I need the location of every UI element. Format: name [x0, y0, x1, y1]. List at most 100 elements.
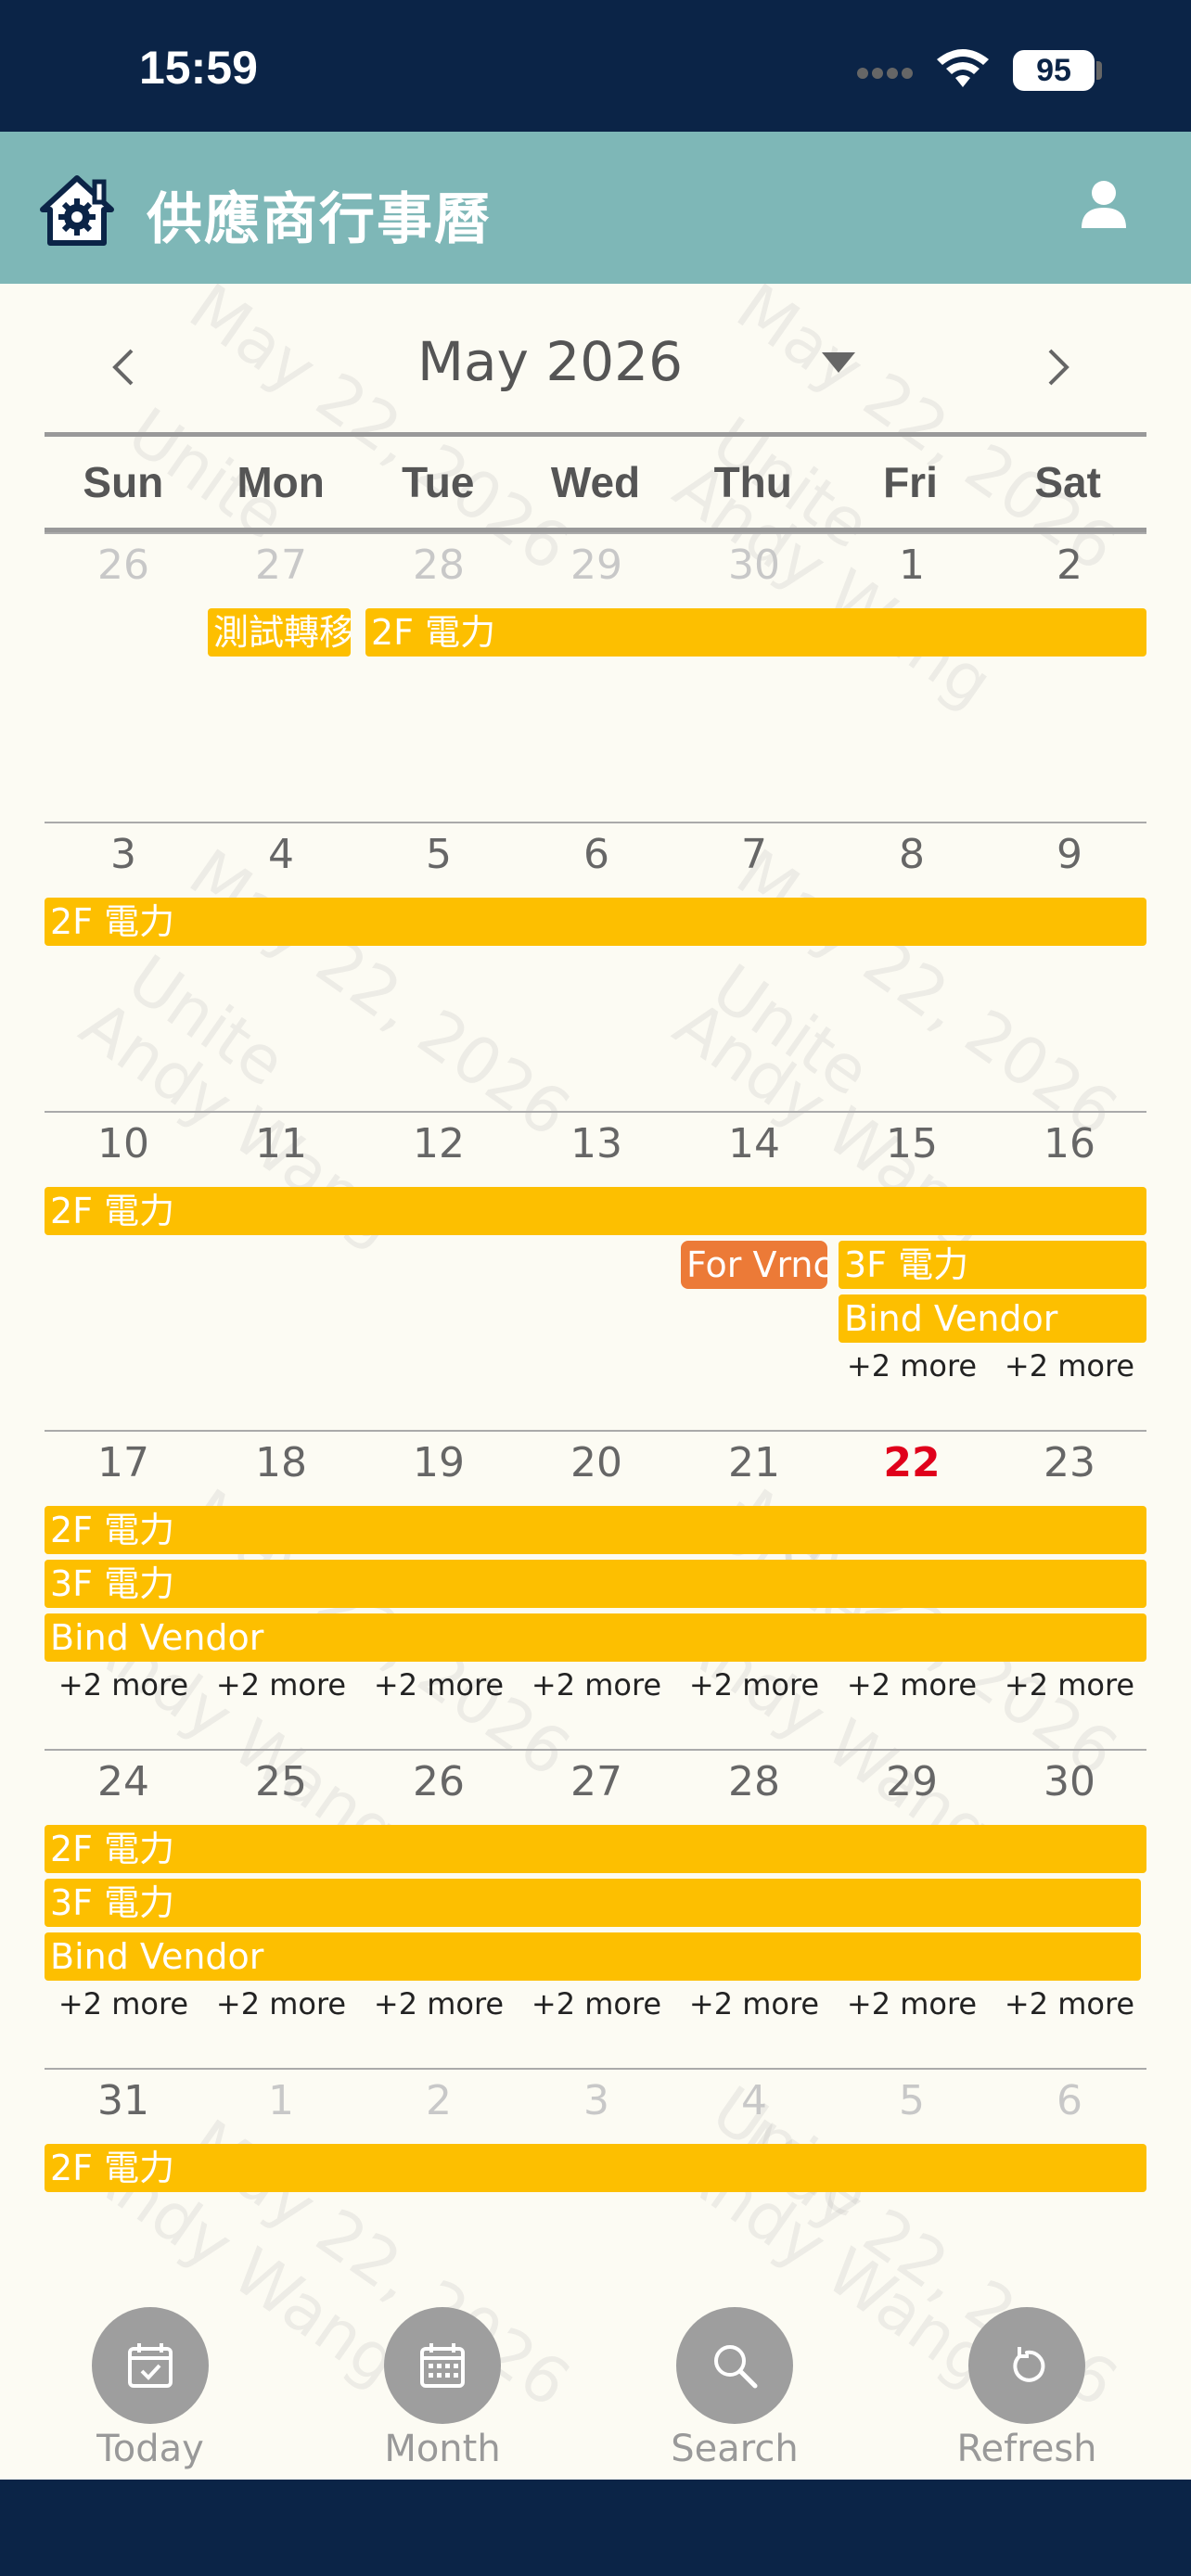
more-events-link[interactable]: +2 more	[202, 1986, 360, 2021]
event-bar[interactable]: Bind Vendor	[45, 1932, 1141, 1981]
day-cell[interactable]: 1	[833, 542, 991, 589]
day-cell[interactable]: 9	[991, 831, 1148, 878]
user-profile-icon[interactable]	[1076, 176, 1132, 232]
event-bar[interactable]: 2F 電力	[365, 608, 1146, 657]
more-events-link[interactable]: +2 more	[45, 1986, 202, 2021]
event-bar[interactable]: 3F 電力	[839, 1241, 1146, 1289]
refresh-button[interactable]	[968, 2307, 1085, 2424]
calendar-week: 10 11 12 13 14 15 16 2F 電力 For Vrnc 3F 電…	[45, 1111, 1146, 1430]
event-bar[interactable]: 測試轉移	[208, 608, 351, 657]
caret-down-icon[interactable]	[820, 349, 857, 376]
day-cell[interactable]: 29	[833, 1758, 991, 1805]
day-cell[interactable]: 14	[675, 1120, 833, 1167]
tab-label: Today	[96, 2428, 204, 2470]
day-cell[interactable]: 3	[45, 831, 202, 878]
chevron-left-icon[interactable]	[100, 334, 147, 399]
month-title[interactable]: May 2026	[276, 330, 824, 393]
home-indicator-bar	[0, 2480, 1191, 2576]
cellular-signal-icon	[857, 65, 922, 83]
tab-refresh[interactable]: Refresh	[934, 2307, 1120, 2470]
day-cell[interactable]: 20	[518, 1439, 675, 1486]
more-events-link[interactable]: +2 more	[833, 1348, 991, 1384]
tab-today[interactable]: Today	[58, 2307, 243, 2470]
tab-month[interactable]: Month	[350, 2307, 535, 2470]
day-cell[interactable]: 18	[202, 1439, 360, 1486]
day-cell[interactable]: 5	[360, 831, 518, 878]
day-cell[interactable]: 21	[675, 1439, 833, 1486]
day-cell[interactable]: 6	[991, 2077, 1148, 2124]
month-button[interactable]	[384, 2307, 501, 2424]
more-events-link[interactable]: +2 more	[991, 1348, 1148, 1384]
today-button[interactable]	[92, 2307, 209, 2424]
event-bar[interactable]: 2F 電力	[45, 1506, 1146, 1554]
day-cell[interactable]: 6	[518, 831, 675, 878]
day-cell[interactable]: 30	[991, 1758, 1148, 1805]
search-button[interactable]	[676, 2307, 793, 2424]
day-cell[interactable]: 12	[360, 1120, 518, 1167]
day-cell[interactable]: 29	[518, 542, 675, 589]
more-events-link[interactable]: +2 more	[675, 1986, 833, 2021]
tab-search[interactable]: Search	[642, 2307, 827, 2470]
more-events-link[interactable]: +2 more	[675, 1667, 833, 1702]
more-events-link[interactable]: +2 more	[833, 1986, 991, 2021]
day-cell[interactable]: 4	[675, 2077, 833, 2124]
day-cell[interactable]: 30	[675, 542, 833, 589]
day-cell[interactable]: 28	[675, 1758, 833, 1805]
chevron-right-icon[interactable]	[1035, 334, 1082, 399]
event-bar[interactable]: For Vrnc	[681, 1241, 827, 1289]
day-cell[interactable]: 11	[202, 1120, 360, 1167]
more-events-link[interactable]: +2 more	[518, 1986, 675, 2021]
day-cell[interactable]: 16	[991, 1120, 1148, 1167]
wifi-icon	[937, 49, 989, 87]
day-cell[interactable]: 15	[833, 1120, 991, 1167]
day-cell[interactable]: 7	[675, 831, 833, 878]
day-cell[interactable]: 10	[45, 1120, 202, 1167]
day-cell[interactable]: 8	[833, 831, 991, 878]
day-cell[interactable]: 24	[45, 1758, 202, 1805]
day-cell[interactable]: 17	[45, 1439, 202, 1486]
search-icon	[714, 2345, 758, 2389]
more-events-link[interactable]: +2 more	[360, 1986, 518, 2021]
battery-tip	[1096, 61, 1102, 80]
day-cell[interactable]: 25	[202, 1758, 360, 1805]
day-cell[interactable]: 1	[202, 2077, 360, 2124]
day-cell[interactable]: 4	[202, 831, 360, 878]
battery-indicator: 95	[1013, 50, 1095, 91]
day-cell[interactable]: 26	[360, 1758, 518, 1805]
more-events-link[interactable]: +2 more	[833, 1667, 991, 1702]
calendar-week: 26 27 28 29 30 1 2 測試轉移 2F 電力	[45, 532, 1146, 822]
day-cell[interactable]: 27	[202, 542, 360, 589]
event-bar[interactable]: 2F 電力	[45, 898, 1146, 946]
day-cell[interactable]: 19	[360, 1439, 518, 1486]
day-cell[interactable]: 2	[360, 2077, 518, 2124]
day-cell[interactable]: 31	[45, 2077, 202, 2124]
day-cell[interactable]: 27	[518, 1758, 675, 1805]
calendar-grid-icon	[420, 2343, 465, 2388]
weekday-fri: Fri	[883, 458, 938, 506]
day-cell[interactable]: 26	[45, 542, 202, 589]
event-bar[interactable]: Bind Vendor	[45, 1613, 1146, 1662]
event-bar[interactable]: 2F 電力	[45, 1825, 1146, 1873]
day-cell[interactable]: 5	[833, 2077, 991, 2124]
day-cell[interactable]: 13	[518, 1120, 675, 1167]
day-cell[interactable]: 28	[360, 542, 518, 589]
event-bar[interactable]: 3F 電力	[45, 1879, 1141, 1927]
event-bar[interactable]: 2F 電力	[45, 2144, 1146, 2192]
event-bar[interactable]: 2F 電力	[45, 1187, 1146, 1235]
status-time: 15:59	[139, 42, 258, 94]
more-events-link[interactable]: +2 more	[518, 1667, 675, 1702]
day-cell[interactable]: 23	[991, 1439, 1148, 1486]
event-bar[interactable]: 3F 電力	[45, 1560, 1146, 1608]
day-cell-today[interactable]: 22	[833, 1439, 991, 1486]
more-events-link[interactable]: +2 more	[45, 1667, 202, 1702]
day-cell[interactable]: 2	[991, 542, 1148, 589]
more-events-link[interactable]: +2 more	[202, 1667, 360, 1702]
event-bar[interactable]: Bind Vendor	[839, 1294, 1146, 1343]
day-cell[interactable]: 3	[518, 2077, 675, 2124]
tab-label: Month	[384, 2428, 501, 2470]
more-events-link[interactable]: +2 more	[991, 1667, 1148, 1702]
bottom-tab-bar: Today Month Search Refresh	[0, 2290, 1191, 2476]
more-events-link[interactable]: +2 more	[360, 1667, 518, 1702]
month-navigation: May 2026	[45, 315, 1146, 417]
more-events-link[interactable]: +2 more	[991, 1986, 1148, 2021]
